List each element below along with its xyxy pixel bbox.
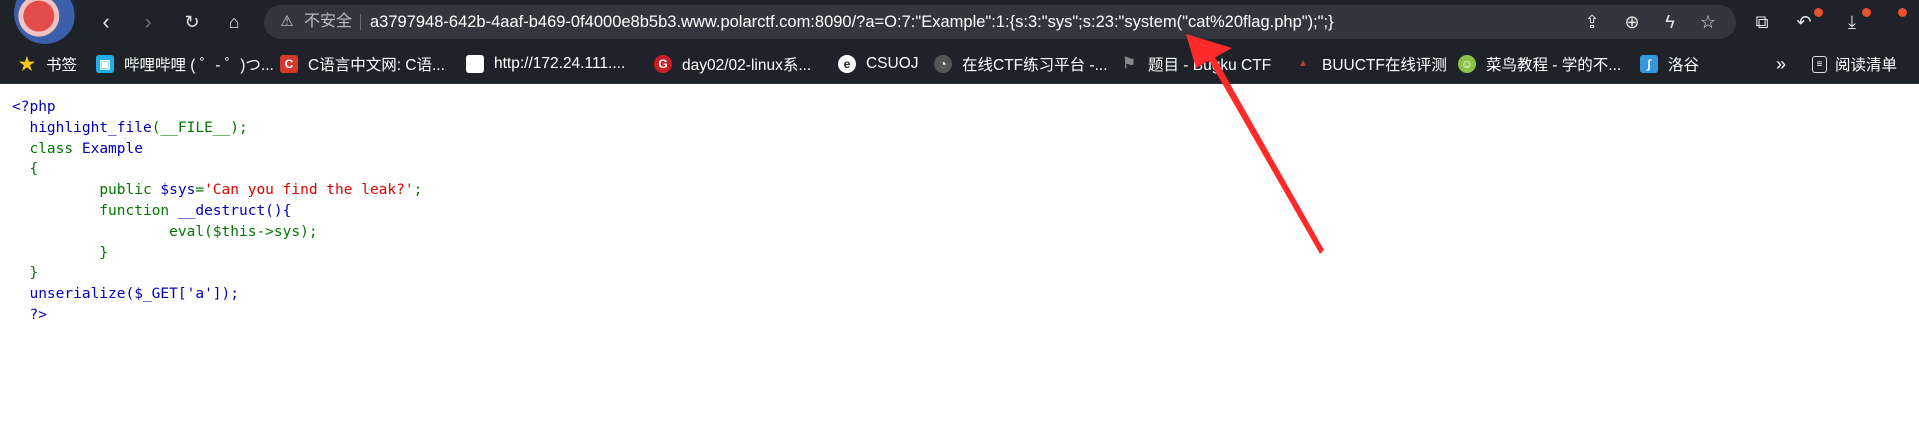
arrow-head (1186, 34, 1232, 68)
red-annotation-arrow (1186, 34, 1324, 254)
arrow-shaft (1206, 52, 1324, 254)
